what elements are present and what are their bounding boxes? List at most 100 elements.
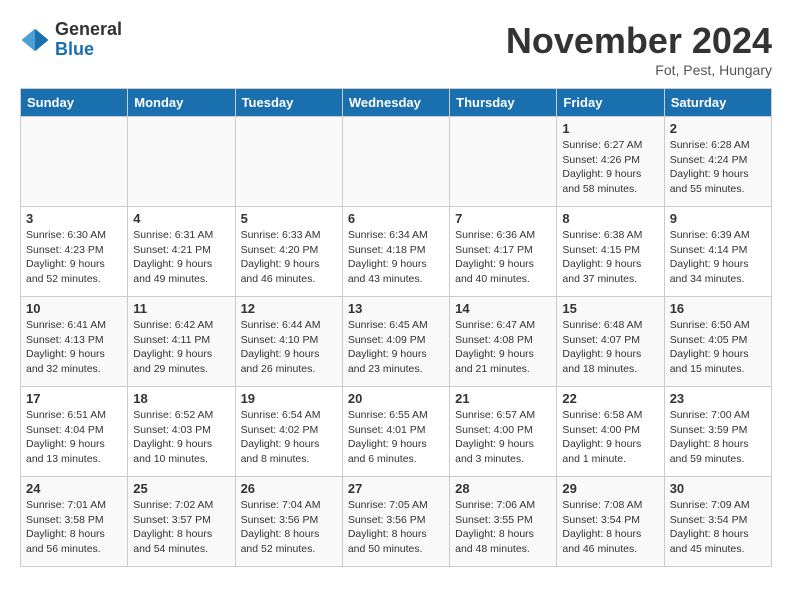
calendar-cell: 17Sunrise: 6:51 AM Sunset: 4:04 PM Dayli… bbox=[21, 387, 128, 477]
day-number: 21 bbox=[455, 391, 551, 406]
day-detail: Sunrise: 6:38 AM Sunset: 4:15 PM Dayligh… bbox=[562, 228, 658, 287]
week-row-4: 24 Sunrise: 7:01 AM Sunset: 3:58 PM Dayli… bbox=[21, 477, 772, 567]
logo-icon bbox=[20, 25, 50, 55]
subtitle: Fot, Pest, Hungary bbox=[506, 62, 772, 78]
calendar-cell: 27 Sunrise: 7:05 AM Sunset: 3:56 PM Dayli… bbox=[342, 477, 449, 567]
day-detail: Sunrise: 6:36 AM Sunset: 4:17 PM Dayligh… bbox=[455, 228, 551, 287]
calendar-cell: 14Sunrise: 6:47 AM Sunset: 4:08 PM Dayli… bbox=[450, 297, 557, 387]
day-detail: Sunrise: 7:09 AM Sunset: 3:54 PM Dayligh… bbox=[670, 498, 766, 557]
calendar-cell bbox=[128, 117, 235, 207]
day-number: 19 bbox=[241, 391, 337, 406]
day-detail: Sunrise: 7:00 AM Sunset: 3:59 PM Dayligh… bbox=[670, 408, 766, 467]
day-header-sunday: Sunday bbox=[21, 89, 128, 117]
day-detail: Sunrise: 7:06 AM Sunset: 3:55 PM Dayligh… bbox=[455, 498, 551, 557]
week-row-1: 3 Sunrise: 6:30 AM Sunset: 4:23 PM Daylig… bbox=[21, 207, 772, 297]
day-detail: Sunrise: 6:34 AM Sunset: 4:18 PM Dayligh… bbox=[348, 228, 444, 287]
week-row-0: 1 Sunrise: 6:27 AM Sunset: 4:26 PM Daylig… bbox=[21, 117, 772, 207]
day-detail: Sunrise: 6:54 AM Sunset: 4:02 PM Dayligh… bbox=[241, 408, 337, 467]
logo-text: General Blue bbox=[55, 20, 122, 60]
logo: General Blue bbox=[20, 20, 122, 60]
month-title: November 2024 bbox=[506, 20, 772, 62]
calendar-cell: 10 Sunrise: 6:41 AM Sunset: 4:13 PM Dayli… bbox=[21, 297, 128, 387]
day-number: 13 bbox=[348, 301, 444, 316]
day-number: 22 bbox=[562, 391, 658, 406]
day-number: 8 bbox=[562, 211, 658, 226]
calendar-cell: 11Sunrise: 6:42 AM Sunset: 4:11 PM Dayli… bbox=[128, 297, 235, 387]
day-number: 5 bbox=[241, 211, 337, 226]
calendar-header-row: SundayMondayTuesdayWednesdayThursdayFrid… bbox=[21, 89, 772, 117]
day-number: 27 bbox=[348, 481, 444, 496]
logo-general: General bbox=[55, 20, 122, 40]
calendar-cell: 2Sunrise: 6:28 AM Sunset: 4:24 PM Daylig… bbox=[664, 117, 771, 207]
day-number: 16 bbox=[670, 301, 766, 316]
day-detail: Sunrise: 6:39 AM Sunset: 4:14 PM Dayligh… bbox=[670, 228, 766, 287]
day-number: 30 bbox=[670, 481, 766, 496]
calendar-cell: 7 Sunrise: 6:36 AM Sunset: 4:17 PM Daylig… bbox=[450, 207, 557, 297]
day-number: 17 bbox=[26, 391, 122, 406]
day-detail: Sunrise: 6:58 AM Sunset: 4:00 PM Dayligh… bbox=[562, 408, 658, 467]
day-detail: Sunrise: 6:31 AM Sunset: 4:21 PM Dayligh… bbox=[133, 228, 229, 287]
day-number: 23 bbox=[670, 391, 766, 406]
day-header-thursday: Thursday bbox=[450, 89, 557, 117]
day-detail: Sunrise: 6:33 AM Sunset: 4:20 PM Dayligh… bbox=[241, 228, 337, 287]
calendar-cell: 1 Sunrise: 6:27 AM Sunset: 4:26 PM Daylig… bbox=[557, 117, 664, 207]
day-number: 10 bbox=[26, 301, 122, 316]
day-detail: Sunrise: 6:30 AM Sunset: 4:23 PM Dayligh… bbox=[26, 228, 122, 287]
day-number: 1 bbox=[562, 121, 658, 136]
week-row-2: 10 Sunrise: 6:41 AM Sunset: 4:13 PM Dayli… bbox=[21, 297, 772, 387]
day-detail: Sunrise: 6:45 AM Sunset: 4:09 PM Dayligh… bbox=[348, 318, 444, 377]
calendar-cell: 18 Sunrise: 6:52 AM Sunset: 4:03 PM Dayli… bbox=[128, 387, 235, 477]
day-detail: Sunrise: 6:41 AM Sunset: 4:13 PM Dayligh… bbox=[26, 318, 122, 377]
calendar-cell: 23 Sunrise: 7:00 AM Sunset: 3:59 PM Dayli… bbox=[664, 387, 771, 477]
calendar-cell: 3 Sunrise: 6:30 AM Sunset: 4:23 PM Daylig… bbox=[21, 207, 128, 297]
day-detail: Sunrise: 7:05 AM Sunset: 3:56 PM Dayligh… bbox=[348, 498, 444, 557]
calendar-cell: 19 Sunrise: 6:54 AM Sunset: 4:02 PM Dayli… bbox=[235, 387, 342, 477]
day-header-tuesday: Tuesday bbox=[235, 89, 342, 117]
calendar-cell: 30 Sunrise: 7:09 AM Sunset: 3:54 PM Dayli… bbox=[664, 477, 771, 567]
day-header-saturday: Saturday bbox=[664, 89, 771, 117]
calendar-cell: 16 Sunrise: 6:50 AM Sunset: 4:05 PM Dayli… bbox=[664, 297, 771, 387]
calendar-cell: 20 Sunrise: 6:55 AM Sunset: 4:01 PM Dayli… bbox=[342, 387, 449, 477]
day-number: 28 bbox=[455, 481, 551, 496]
calendar-cell: 12Sunrise: 6:44 AM Sunset: 4:10 PM Dayli… bbox=[235, 297, 342, 387]
day-number: 7 bbox=[455, 211, 551, 226]
day-number: 4 bbox=[133, 211, 229, 226]
calendar-cell: 21 Sunrise: 6:57 AM Sunset: 4:00 PM Dayli… bbox=[450, 387, 557, 477]
calendar-cell: 8 Sunrise: 6:38 AM Sunset: 4:15 PM Daylig… bbox=[557, 207, 664, 297]
calendar-cell: 25 Sunrise: 7:02 AM Sunset: 3:57 PM Dayli… bbox=[128, 477, 235, 567]
calendar-cell bbox=[21, 117, 128, 207]
logo-blue: Blue bbox=[55, 40, 122, 60]
day-detail: Sunrise: 7:04 AM Sunset: 3:56 PM Dayligh… bbox=[241, 498, 337, 557]
day-detail: Sunrise: 6:27 AM Sunset: 4:26 PM Dayligh… bbox=[562, 138, 658, 197]
day-header-wednesday: Wednesday bbox=[342, 89, 449, 117]
day-number: 24 bbox=[26, 481, 122, 496]
calendar-cell: 29 Sunrise: 7:08 AM Sunset: 3:54 PM Dayli… bbox=[557, 477, 664, 567]
day-detail: Sunrise: 7:02 AM Sunset: 3:57 PM Dayligh… bbox=[133, 498, 229, 557]
day-header-friday: Friday bbox=[557, 89, 664, 117]
day-number: 9 bbox=[670, 211, 766, 226]
day-detail: Sunrise: 6:47 AM Sunset: 4:08 PM Dayligh… bbox=[455, 318, 551, 377]
day-number: 11 bbox=[133, 301, 229, 316]
calendar-cell: 5 Sunrise: 6:33 AM Sunset: 4:20 PM Daylig… bbox=[235, 207, 342, 297]
day-detail: Sunrise: 7:08 AM Sunset: 3:54 PM Dayligh… bbox=[562, 498, 658, 557]
day-detail: Sunrise: 6:57 AM Sunset: 4:00 PM Dayligh… bbox=[455, 408, 551, 467]
day-number: 18 bbox=[133, 391, 229, 406]
day-number: 2 bbox=[670, 121, 766, 136]
day-detail: Sunrise: 6:50 AM Sunset: 4:05 PM Dayligh… bbox=[670, 318, 766, 377]
day-detail: Sunrise: 6:52 AM Sunset: 4:03 PM Dayligh… bbox=[133, 408, 229, 467]
day-detail: Sunrise: 6:55 AM Sunset: 4:01 PM Dayligh… bbox=[348, 408, 444, 467]
calendar-cell: 15Sunrise: 6:48 AM Sunset: 4:07 PM Dayli… bbox=[557, 297, 664, 387]
calendar-cell bbox=[450, 117, 557, 207]
day-number: 25 bbox=[133, 481, 229, 496]
calendar-cell bbox=[342, 117, 449, 207]
day-number: 29 bbox=[562, 481, 658, 496]
calendar-cell: 9 Sunrise: 6:39 AM Sunset: 4:14 PM Daylig… bbox=[664, 207, 771, 297]
day-number: 12 bbox=[241, 301, 337, 316]
title-section: November 2024 Fot, Pest, Hungary bbox=[506, 20, 772, 78]
calendar-cell: 13 Sunrise: 6:45 AM Sunset: 4:09 PM Dayli… bbox=[342, 297, 449, 387]
calendar-body: 1 Sunrise: 6:27 AM Sunset: 4:26 PM Daylig… bbox=[21, 117, 772, 567]
day-number: 3 bbox=[26, 211, 122, 226]
day-number: 20 bbox=[348, 391, 444, 406]
day-detail: Sunrise: 7:01 AM Sunset: 3:58 PM Dayligh… bbox=[26, 498, 122, 557]
week-row-3: 17Sunrise: 6:51 AM Sunset: 4:04 PM Dayli… bbox=[21, 387, 772, 477]
